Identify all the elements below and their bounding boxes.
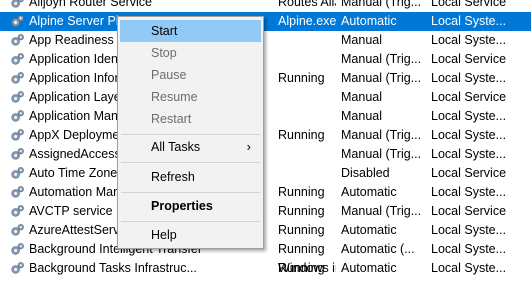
service-row[interactable]: Alpine Server Plug-InAlpine.exeAutomatic… (0, 12, 531, 31)
service-startup-type: Automatic (341, 183, 429, 202)
service-status: Running (278, 202, 340, 221)
service-log-on-as: Local Syste... (431, 12, 531, 31)
service-row[interactable]: Alljoyn Router ServiceRoutes AllJoyn Manu… (0, 0, 531, 12)
service-startup-type: Manual (Trig... (341, 126, 429, 145)
gear-icon (10, 147, 25, 162)
gear-icon (10, 185, 25, 200)
service-status (278, 88, 340, 107)
service-row[interactable]: Background Tasks Infrastruc...Windows in… (0, 259, 531, 278)
gear-icon (10, 261, 25, 276)
service-row[interactable]: Automation ManagerRunningAutomaticLocal … (0, 183, 531, 202)
gear-icon (10, 0, 25, 10)
service-row[interactable]: Application Layer GatewayManualLocal Ser… (0, 88, 531, 107)
menu-separator (121, 134, 260, 135)
menu-item-properties[interactable]: Properties (120, 195, 261, 217)
service-startup-type: Manual (341, 31, 429, 50)
service-startup-type: Manual (Trig... (341, 202, 429, 221)
service-startup-type: Manual (Trig... (341, 0, 429, 12)
menu-item-all-tasks-label: All Tasks (151, 140, 200, 154)
gear-icon (10, 223, 25, 238)
gear-icon (10, 90, 25, 105)
service-description: Routes AllJoyn (278, 0, 336, 12)
service-name: Alljoyn Router Service (29, 0, 279, 12)
service-log-on-as: Local Syste... (431, 221, 531, 240)
gear-icon (10, 204, 25, 219)
service-status: Running (278, 183, 340, 202)
menu-item-stop[interactable]: Stop (120, 42, 261, 64)
service-row[interactable]: AVCTP serviceRunningManual (Trig...Local… (0, 202, 531, 221)
gear-icon (10, 71, 25, 86)
service-row[interactable]: AzureAttestServiceRunningAutomaticLocal … (0, 221, 531, 240)
service-log-on-as: Local Syste... (431, 259, 531, 278)
menu-separator (121, 221, 260, 222)
service-startup-type: Manual (341, 88, 429, 107)
service-log-on-as: Local Service (431, 0, 531, 12)
gear-icon (10, 242, 25, 257)
service-startup-type: Manual (Trig... (341, 50, 429, 69)
service-startup-type: Automatic (341, 259, 429, 278)
service-status: Running (278, 240, 340, 259)
service-row[interactable]: Application InformationRunningManual (Tr… (0, 69, 531, 88)
service-log-on-as: Local Syste... (431, 183, 531, 202)
service-status: Running (278, 221, 340, 240)
menu-item-pause[interactable]: Pause (120, 64, 261, 86)
service-status: Running (278, 126, 340, 145)
service-log-on-as: Local Syste... (431, 145, 531, 164)
service-row[interactable]: App ReadinessManualLocal Syste... (0, 31, 531, 50)
service-row[interactable]: Application ManagementManualLocal Syste.… (0, 107, 531, 126)
gear-icon (10, 128, 25, 143)
service-startup-type: Manual (Trig... (341, 69, 429, 88)
gear-icon (10, 52, 25, 67)
service-row[interactable]: AssignedAccessManagerManual (Trig...Loca… (0, 145, 531, 164)
service-row[interactable]: Auto Time Zone UpdaterDisabledLocal Serv… (0, 164, 531, 183)
service-startup-type: Automatic (341, 12, 429, 31)
service-row[interactable]: AppX Deployment ServiceRunningManual (Tr… (0, 126, 531, 145)
service-log-on-as: Local Service (431, 202, 531, 221)
service-log-on-as: Local Syste... (431, 240, 531, 259)
gear-icon (10, 109, 25, 124)
service-startup-type: Automatic (341, 221, 429, 240)
service-status (278, 50, 340, 69)
service-log-on-as: Local Service (431, 50, 531, 69)
service-startup-type: Manual (341, 107, 429, 126)
menu-item-restart[interactable]: Restart (120, 108, 261, 130)
service-status: Running (278, 259, 340, 278)
gear-icon (10, 33, 25, 48)
service-log-on-as: Local Service (431, 88, 531, 107)
menu-item-all-tasks[interactable]: All Tasks › (120, 136, 261, 158)
service-log-on-as: Local Syste... (431, 107, 531, 126)
service-log-on-as: Local Syste... (431, 69, 531, 88)
gear-icon (10, 14, 25, 29)
context-menu: Start Stop Pause Resume Restart All Task… (117, 16, 264, 249)
menu-separator (121, 192, 260, 193)
service-status (278, 31, 340, 50)
service-status: Running (278, 69, 340, 88)
service-log-on-as: Local Syste... (431, 126, 531, 145)
menu-item-help[interactable]: Help (120, 224, 261, 246)
services-list[interactable]: Alljoyn Router ServiceRoutes AllJoyn Manu… (0, 0, 531, 264)
service-startup-type: Manual (Trig... (341, 145, 429, 164)
service-row[interactable]: Background Intelligent TransferRunningAu… (0, 240, 531, 259)
menu-item-refresh[interactable]: Refresh (120, 166, 261, 188)
service-log-on-as: Local Syste... (431, 31, 531, 50)
menu-item-resume[interactable]: Resume (120, 86, 261, 108)
service-status (278, 145, 340, 164)
gear-icon (10, 166, 25, 181)
submenu-arrow-icon: › (247, 136, 251, 158)
service-log-on-as: Local Service (431, 164, 531, 183)
service-name: Background Tasks Infrastruc... (29, 259, 279, 278)
service-startup-type: Automatic (... (341, 240, 429, 259)
menu-separator (121, 162, 260, 163)
service-status (278, 107, 340, 126)
service-row[interactable]: Application IdentityManual (Trig...Local… (0, 50, 531, 69)
service-startup-type: Disabled (341, 164, 429, 183)
service-description: Alpine.exe (278, 12, 336, 31)
menu-item-start[interactable]: Start (120, 20, 261, 42)
service-status (278, 164, 340, 183)
